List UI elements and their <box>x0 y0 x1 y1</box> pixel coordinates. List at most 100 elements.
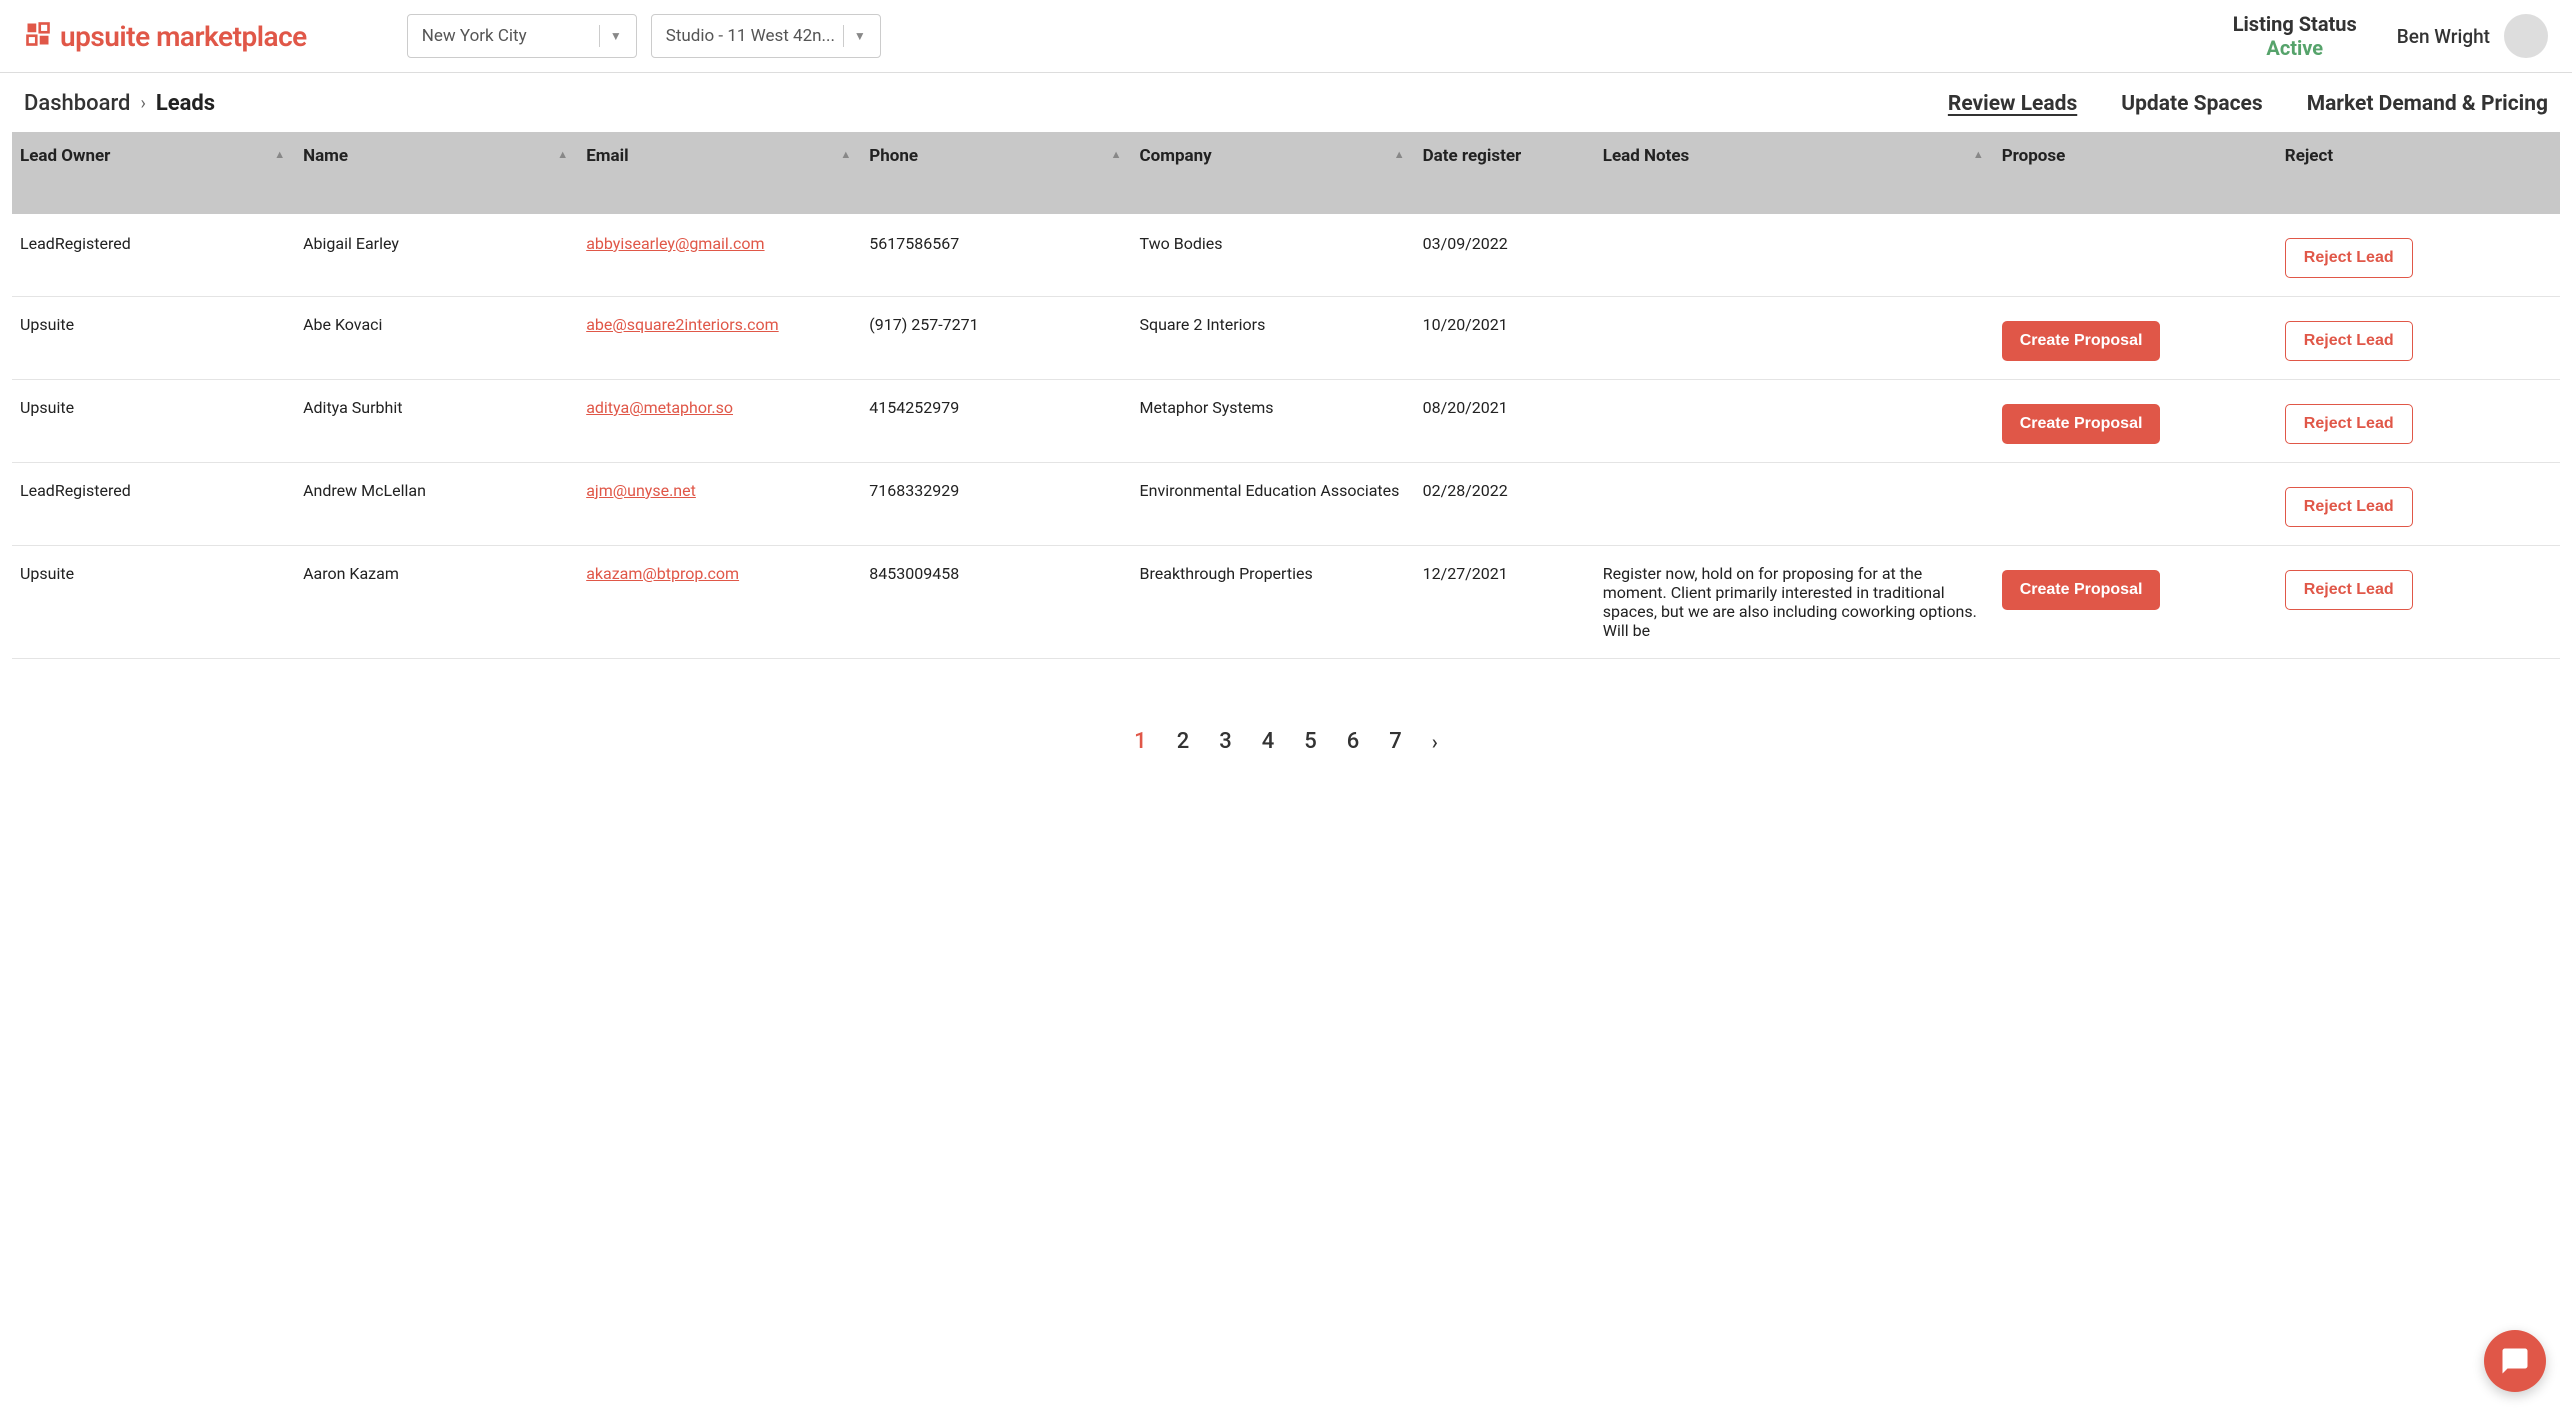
user-area[interactable]: Ben Wright <box>2397 14 2548 58</box>
cell-email: akazam@btprop.com <box>578 546 861 659</box>
cell-notes <box>1595 297 1994 380</box>
cell-email: abe@square2interiors.com <box>578 297 861 380</box>
cell-company: Metaphor Systems <box>1132 380 1415 463</box>
cell-notes <box>1595 463 1994 546</box>
cell-phone: (917) 257-7271 <box>861 297 1131 380</box>
email-link[interactable]: akazam@btprop.com <box>586 564 739 583</box>
cell-owner: Upsuite <box>12 297 295 380</box>
col-company[interactable]: Company▲ <box>1132 132 1415 214</box>
cell-company: Two Bodies <box>1132 214 1415 297</box>
logo-icon <box>24 20 52 52</box>
cell-propose: Create Proposal <box>1994 297 2277 380</box>
tabs: Review Leads Update Spaces Market Demand… <box>1948 92 2548 116</box>
cell-date: 10/20/2021 <box>1415 297 1595 380</box>
chat-icon <box>2500 1346 2530 1376</box>
create-proposal-button[interactable]: Create Proposal <box>2002 321 2161 361</box>
cell-company: Square 2 Interiors <box>1132 297 1415 380</box>
avatar <box>2504 14 2548 58</box>
header: upsuite marketplace New York City ▼ Stud… <box>0 0 2572 73</box>
reject-lead-button[interactable]: Reject Lead <box>2285 321 2413 361</box>
header-right: Listing Status Active Ben Wright <box>2233 12 2548 60</box>
sort-icon: ▲ <box>1973 148 1984 161</box>
cell-propose: Create Proposal <box>1994 546 2277 659</box>
cell-name: Abe Kovaci <box>295 297 578 380</box>
cell-email: ajm@unyse.net <box>578 463 861 546</box>
chevron-right-icon: › <box>140 93 145 114</box>
cell-owner: Upsuite <box>12 546 295 659</box>
col-propose: Propose <box>1994 132 2277 214</box>
leads-table-wrap: Lead Owner▲ Name▲ Email▲ Phone▲ Company▲… <box>12 132 2560 659</box>
tab-market-demand[interactable]: Market Demand & Pricing <box>2307 92 2548 116</box>
page-5[interactable]: 5 <box>1304 729 1317 754</box>
cell-date: 02/28/2022 <box>1415 463 1595 546</box>
cell-email: aditya@metaphor.so <box>578 380 861 463</box>
page-next[interactable]: › <box>1432 730 1438 754</box>
email-link[interactable]: abbyisearley@gmail.com <box>586 234 764 253</box>
logo[interactable]: upsuite marketplace <box>24 20 307 53</box>
reject-lead-button[interactable]: Reject Lead <box>2285 570 2413 610</box>
sort-icon: ▲ <box>1111 148 1122 161</box>
page-6[interactable]: 6 <box>1347 729 1360 754</box>
cell-propose <box>1994 463 2277 546</box>
cell-name: Abigail Earley <box>295 214 578 297</box>
col-lead-owner[interactable]: Lead Owner▲ <box>12 132 295 214</box>
subheader: Dashboard › Leads Review Leads Update Sp… <box>0 73 2572 128</box>
chat-button[interactable] <box>2484 1330 2546 1392</box>
cell-phone: 7168332929 <box>861 463 1131 546</box>
breadcrumb: Dashboard › Leads <box>24 91 215 116</box>
cell-owner: LeadRegistered <box>12 214 295 297</box>
table-row: UpsuiteAbe Kovaci abe@square2interiors.co… <box>12 297 2560 380</box>
cell-date: 08/20/2021 <box>1415 380 1595 463</box>
page-4[interactable]: 4 <box>1262 729 1275 754</box>
reject-lead-button[interactable]: Reject Lead <box>2285 404 2413 444</box>
cell-name: Aaron Kazam <box>295 546 578 659</box>
breadcrumb-root[interactable]: Dashboard <box>24 91 130 116</box>
tab-review-leads[interactable]: Review Leads <box>1948 92 2077 116</box>
create-proposal-button[interactable]: Create Proposal <box>2002 570 2161 610</box>
pagination: 1 2 3 4 5 6 7 › <box>0 729 2572 754</box>
listing-status: Listing Status Active <box>2233 12 2357 60</box>
col-date-register[interactable]: Date register <box>1415 132 1595 214</box>
cell-date: 12/27/2021 <box>1415 546 1595 659</box>
col-email[interactable]: Email▲ <box>578 132 861 214</box>
chevron-down-icon: ▼ <box>854 29 866 43</box>
chevron-down-icon: ▼ <box>610 29 622 43</box>
cell-notes: Register now, hold on for proposing for … <box>1595 546 1994 659</box>
page-7[interactable]: 7 <box>1389 729 1402 754</box>
sort-icon: ▲ <box>840 148 851 161</box>
col-lead-notes[interactable]: Lead Notes▲ <box>1595 132 1994 214</box>
cell-phone: 5617586567 <box>861 214 1131 297</box>
space-select[interactable]: Studio - 11 West 42n... ▼ <box>651 14 881 58</box>
reject-lead-button[interactable]: Reject Lead <box>2285 238 2413 278</box>
cell-email: abbyisearley@gmail.com <box>578 214 861 297</box>
page-2[interactable]: 2 <box>1177 729 1190 754</box>
tab-update-spaces[interactable]: Update Spaces <box>2121 92 2262 116</box>
cell-phone: 8453009458 <box>861 546 1131 659</box>
table-row: UpsuiteAditya Surbhitaditya@metaphor.so4… <box>12 380 2560 463</box>
email-link[interactable]: aditya@metaphor.so <box>586 398 733 417</box>
page-1[interactable]: 1 <box>1134 729 1147 754</box>
table-row: LeadRegisteredAndrew McLellanajm@unyse.n… <box>12 463 2560 546</box>
reject-lead-button[interactable]: Reject Lead <box>2285 487 2413 527</box>
col-phone[interactable]: Phone▲ <box>861 132 1131 214</box>
location-select-value: New York City <box>422 26 527 46</box>
space-select-value: Studio - 11 West 42n... <box>666 26 835 46</box>
cell-reject: Reject Lead <box>2277 297 2560 380</box>
logo-text: upsuite marketplace <box>60 20 307 53</box>
email-link[interactable]: abe@square2interiors.com <box>586 315 778 334</box>
create-proposal-button[interactable]: Create Proposal <box>2002 404 2161 444</box>
listing-status-label: Listing Status <box>2233 12 2357 36</box>
email-link[interactable]: ajm@unyse.net <box>586 481 696 500</box>
page-3[interactable]: 3 <box>1219 729 1232 754</box>
col-name[interactable]: Name▲ <box>295 132 578 214</box>
listing-status-value: Active <box>2233 36 2357 60</box>
cell-company: Breakthrough Properties <box>1132 546 1415 659</box>
cell-reject: Reject Lead <box>2277 546 2560 659</box>
breadcrumb-current: Leads <box>156 91 215 116</box>
cell-propose <box>1994 214 2277 297</box>
cell-reject: Reject Lead <box>2277 380 2560 463</box>
sort-icon: ▲ <box>1394 148 1405 161</box>
cell-company: Environmental Education Associates <box>1132 463 1415 546</box>
location-select[interactable]: New York City ▼ <box>407 14 637 58</box>
cell-date: 03/09/2022 <box>1415 214 1595 297</box>
